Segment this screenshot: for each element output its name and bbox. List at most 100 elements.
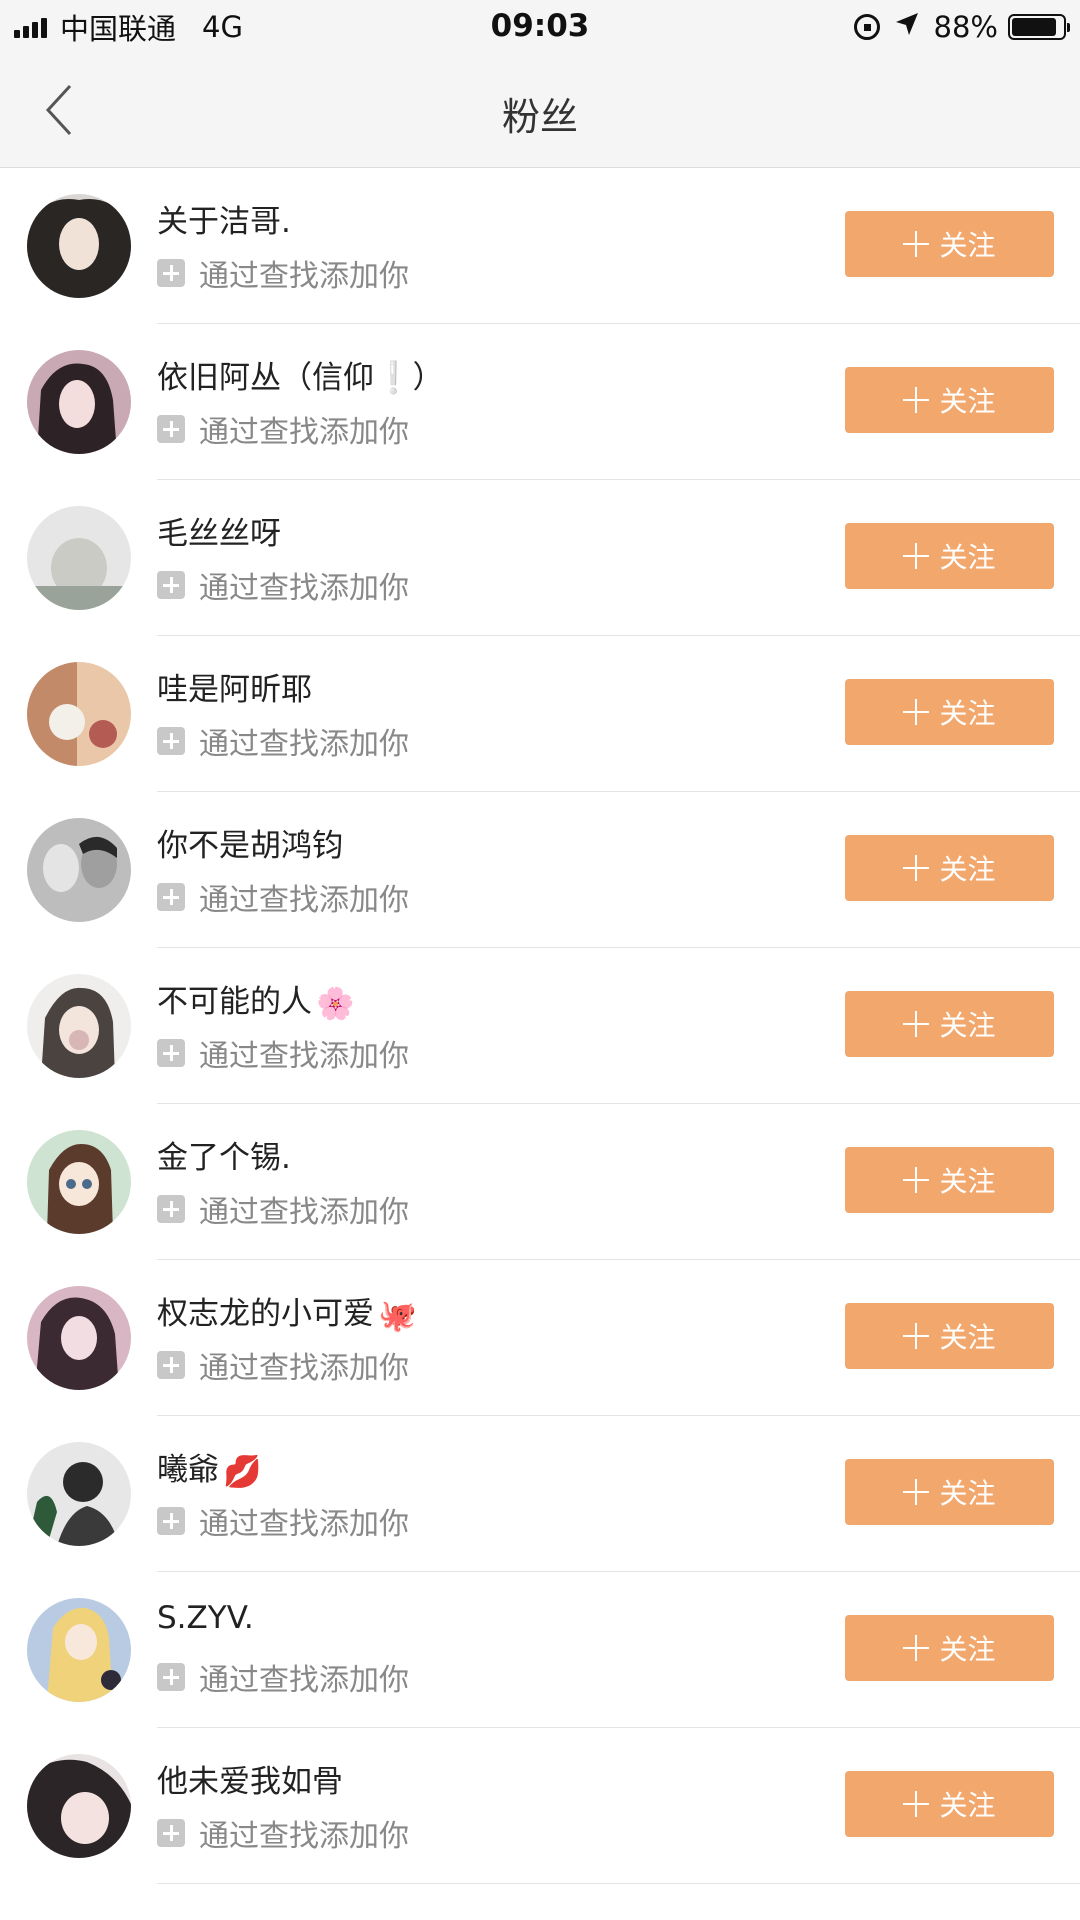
- plus-square-icon: [157, 1195, 185, 1223]
- divider: [157, 1883, 1080, 1884]
- follow-source: 通过查找添加你: [157, 407, 409, 451]
- plus-square-icon: [157, 1039, 185, 1067]
- status-right: 88%: [840, 8, 1070, 46]
- follow-source: 通过查找添加你: [157, 1031, 409, 1075]
- follower-name: 依旧阿丛（信仰❕）: [157, 352, 448, 397]
- page-title: 粉丝: [501, 95, 578, 139]
- plus-square-icon: [157, 1819, 185, 1847]
- plus-icon: [903, 387, 930, 413]
- follower-name-text: 金了个锡.: [157, 1140, 291, 1176]
- follow-source-text: 通过查找添加你: [199, 1819, 409, 1854]
- follower-name-text: 曦爺: [157, 1452, 219, 1488]
- follow-source: 通过查找添加你: [157, 1499, 409, 1543]
- follower-row[interactable]: 关于洁哥. 通过查找添加你 关注: [0, 168, 1080, 324]
- follow-button-label: 关注: [939, 1477, 996, 1510]
- follower-name-text: 权志龙的小可爱: [157, 1296, 374, 1332]
- follow-source: 通过查找添加你: [157, 1811, 409, 1855]
- follow-button[interactable]: 关注: [845, 679, 1054, 745]
- plus-icon: [903, 543, 930, 569]
- follow-source-text: 通过查找添加你: [199, 259, 409, 294]
- follower-row[interactable]: 曦爺 💋 通过查找添加你 关注: [0, 1416, 1080, 1572]
- avatar[interactable]: [27, 662, 131, 766]
- status-bar: 中国联通 4G 09:03 88%: [0, 0, 1080, 54]
- follower-row[interactable]: 不可能的人 🌸 通过查找添加你 关注: [0, 948, 1080, 1104]
- avatar[interactable]: [27, 506, 131, 610]
- follow-source-text: 通过查找添加你: [199, 415, 409, 450]
- follow-button-label: 关注: [939, 385, 996, 418]
- follower-name-text: S.ZYV.: [157, 1600, 254, 1636]
- battery-fill: [1012, 18, 1056, 36]
- avatar[interactable]: [27, 1754, 131, 1858]
- follow-button[interactable]: 关注: [845, 1147, 1054, 1213]
- follower-row[interactable]: 依旧阿丛（信仰❕） 通过查找添加你 关注: [0, 324, 1080, 480]
- follower-name-emoji: 🌸: [316, 986, 355, 1022]
- follower-name: 关于洁哥.: [157, 196, 295, 241]
- follow-button[interactable]: 关注: [845, 523, 1054, 589]
- follower-name-text: 依旧阿丛（信仰❕）: [157, 360, 444, 396]
- follower-row[interactable]: S.ZYV. 通过查找添加你 关注: [0, 1572, 1080, 1728]
- follower-name: 金了个锡.: [157, 1132, 295, 1177]
- location-arrow-icon: [894, 10, 920, 44]
- plus-square-icon: [157, 1507, 185, 1535]
- follow-source-text: 通过查找添加你: [199, 1195, 409, 1230]
- avatar[interactable]: [27, 194, 131, 298]
- follow-button-label: 关注: [939, 1165, 996, 1198]
- follow-source: 通过查找添加你: [157, 875, 409, 919]
- plus-square-icon: [157, 415, 185, 443]
- follow-source: 通过查找添加你: [157, 1655, 409, 1699]
- follow-button[interactable]: 关注: [845, 991, 1054, 1057]
- plus-icon: [903, 1167, 930, 1193]
- plus-square-icon: [157, 571, 185, 599]
- plus-icon: [903, 1479, 930, 1505]
- follow-button-label: 关注: [939, 541, 996, 574]
- avatar[interactable]: [27, 1130, 131, 1234]
- follow-button[interactable]: 关注: [845, 1459, 1054, 1525]
- follow-button[interactable]: 关注: [845, 835, 1054, 901]
- avatar[interactable]: [27, 1598, 131, 1702]
- follow-button[interactable]: 关注: [845, 1771, 1054, 1837]
- follow-button-label: 关注: [939, 1321, 996, 1354]
- follow-source: 通过查找添加你: [157, 563, 409, 607]
- follower-name: 曦爺 💋: [157, 1444, 262, 1490]
- follower-row[interactable]: 毛丝丝呀通过查找添加你 关注: [0, 480, 1080, 636]
- follower-name: 他未爱我如骨: [157, 1756, 347, 1801]
- plus-icon: [903, 855, 930, 881]
- avatar[interactable]: [27, 974, 131, 1078]
- follower-name: 毛丝丝呀: [157, 508, 285, 553]
- avatar[interactable]: [27, 1286, 131, 1390]
- follow-source: 通过查找添加你: [157, 1343, 409, 1387]
- follow-source-text: 通过查找添加你: [199, 1507, 409, 1542]
- follow-source-text: 通过查找添加你: [199, 727, 409, 762]
- follow-button[interactable]: 关注: [845, 367, 1054, 433]
- follower-name: 不可能的人 🌸: [157, 976, 355, 1022]
- avatar[interactable]: [27, 1442, 131, 1546]
- plus-icon: [903, 1011, 930, 1037]
- follower-name-emoji: 🐙: [378, 1298, 417, 1334]
- plus-square-icon: [157, 259, 185, 287]
- follower-name-text: 他未爱我如骨: [157, 1764, 343, 1800]
- rotation-lock-icon: [853, 14, 880, 40]
- avatar[interactable]: [27, 818, 131, 922]
- follower-name-emoji: 💋: [223, 1454, 262, 1490]
- plus-icon: [903, 1635, 930, 1661]
- follow-button[interactable]: 关注: [845, 1303, 1054, 1369]
- follower-row[interactable]: 金了个锡. 通过查找添加你 关注: [0, 1104, 1080, 1260]
- follower-name-text: 关于洁哥.: [157, 204, 291, 240]
- follower-row[interactable]: 哇是阿昕耶通过查找添加你 关注: [0, 636, 1080, 792]
- follow-button-label: 关注: [939, 1633, 996, 1666]
- follower-name: 你不是胡鸿钧: [157, 820, 347, 865]
- follower-row[interactable]: 他未爱我如骨通过查找添加你 关注: [0, 1728, 1080, 1884]
- plus-square-icon: [157, 1663, 185, 1691]
- follower-name: 哇是阿昕耶: [157, 664, 316, 709]
- follow-source: 通过查找添加你: [157, 251, 409, 295]
- follow-button-label: 关注: [939, 1789, 996, 1822]
- plus-icon: [903, 1323, 930, 1349]
- follower-row[interactable]: 权志龙的小可爱 🐙 通过查找添加你 关注: [0, 1260, 1080, 1416]
- follow-button[interactable]: 关注: [845, 211, 1054, 277]
- avatar[interactable]: [27, 350, 131, 454]
- follower-name-text: 哇是阿昕耶: [157, 672, 312, 708]
- follower-row[interactable]: 你不是胡鸿钧通过查找添加你 关注: [0, 792, 1080, 948]
- follow-source-text: 通过查找添加你: [199, 1663, 409, 1698]
- follow-button[interactable]: 关注: [845, 1615, 1054, 1681]
- nav-bar: 粉丝: [0, 54, 1080, 168]
